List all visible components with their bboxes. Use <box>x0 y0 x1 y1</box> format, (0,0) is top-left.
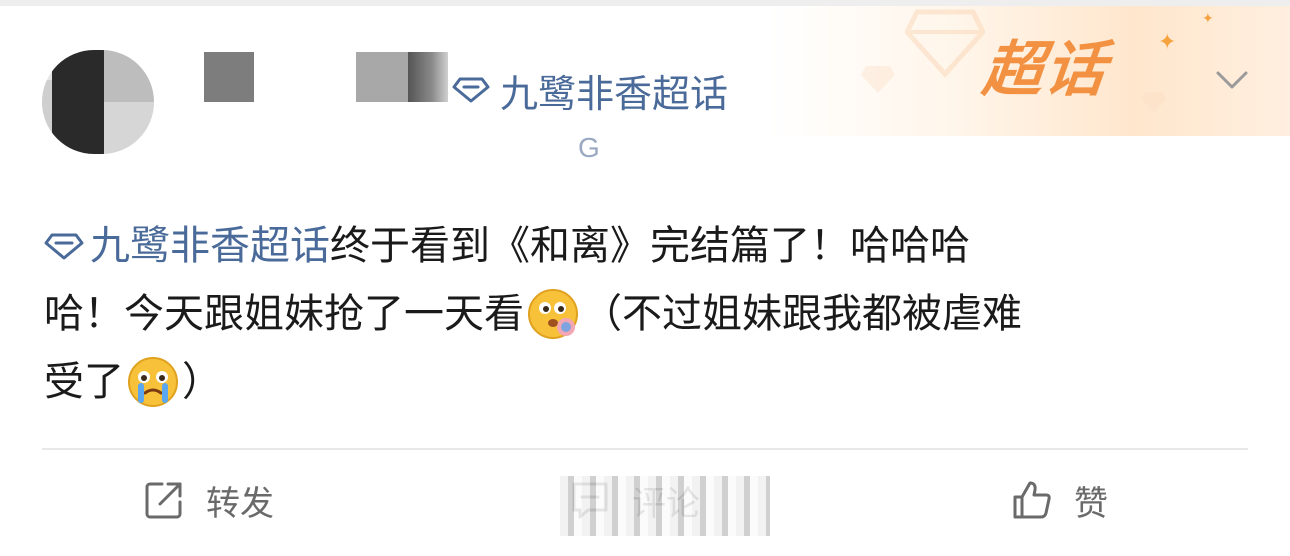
thumbs-up-icon <box>1013 481 1051 519</box>
repost-label: 转发 <box>206 483 274 524</box>
sparkle-icon: ✦ <box>1158 30 1177 55</box>
topic-link-text: 九鹭非香超话 <box>90 223 330 269</box>
like-button[interactable]: 赞 <box>1010 474 1108 526</box>
diamond-icon <box>452 77 490 103</box>
avatar[interactable] <box>42 50 154 154</box>
crying-face-emoji <box>128 357 178 407</box>
sparkle-icon: ✦ <box>1202 11 1214 27</box>
topic-name: 九鹭非香超话 <box>500 71 729 116</box>
topic-link[interactable]: 九鹭非香超话 <box>44 212 330 280</box>
post-content: 九鹭非香超话 终于看到《和离》完结篇了！哈哈哈 哈！今天跟姐妹抢了一天看 （不过… <box>44 212 1244 416</box>
decorative-gem-icon <box>861 66 895 93</box>
chevron-down-icon[interactable] <box>1212 60 1252 100</box>
decorative-gem-icon <box>905 9 985 78</box>
supertopic-badge[interactable]: 超话 <box>979 35 1110 105</box>
decorative-gem-icon <box>1141 92 1167 113</box>
blurred-username[interactable] <box>356 52 408 102</box>
like-label: 赞 <box>1074 483 1108 524</box>
share-icon <box>145 482 182 519</box>
repost-button[interactable]: 转发 <box>142 474 274 526</box>
watermark-overlay <box>560 476 770 536</box>
content-text: ） <box>182 359 222 405</box>
content-text: 终于看到《和离》完结篇了！哈哈哈 <box>330 223 970 269</box>
content-text: （不过姐妹跟我都被虐难 <box>582 291 1022 337</box>
author-subline: G <box>578 132 600 163</box>
diamond-icon <box>44 233 84 260</box>
divider <box>42 448 1248 450</box>
author-topic-header[interactable]: 九鹭非香超话 <box>452 62 728 118</box>
blurred-username[interactable] <box>204 52 254 102</box>
content-line: 受了 ） <box>44 348 1244 416</box>
thinking-face-emoji <box>528 289 578 339</box>
content-line: 九鹭非香超话 终于看到《和离》完结篇了！哈哈哈 <box>44 212 1244 280</box>
blurred-username[interactable] <box>408 52 448 102</box>
content-text: 受了 <box>44 359 124 405</box>
content-text: 哈！今天跟姐妹抢了一天看 <box>44 291 524 337</box>
content-line: 哈！今天跟姐妹抢了一天看 （不过姐妹跟我都被虐难 <box>44 280 1244 348</box>
